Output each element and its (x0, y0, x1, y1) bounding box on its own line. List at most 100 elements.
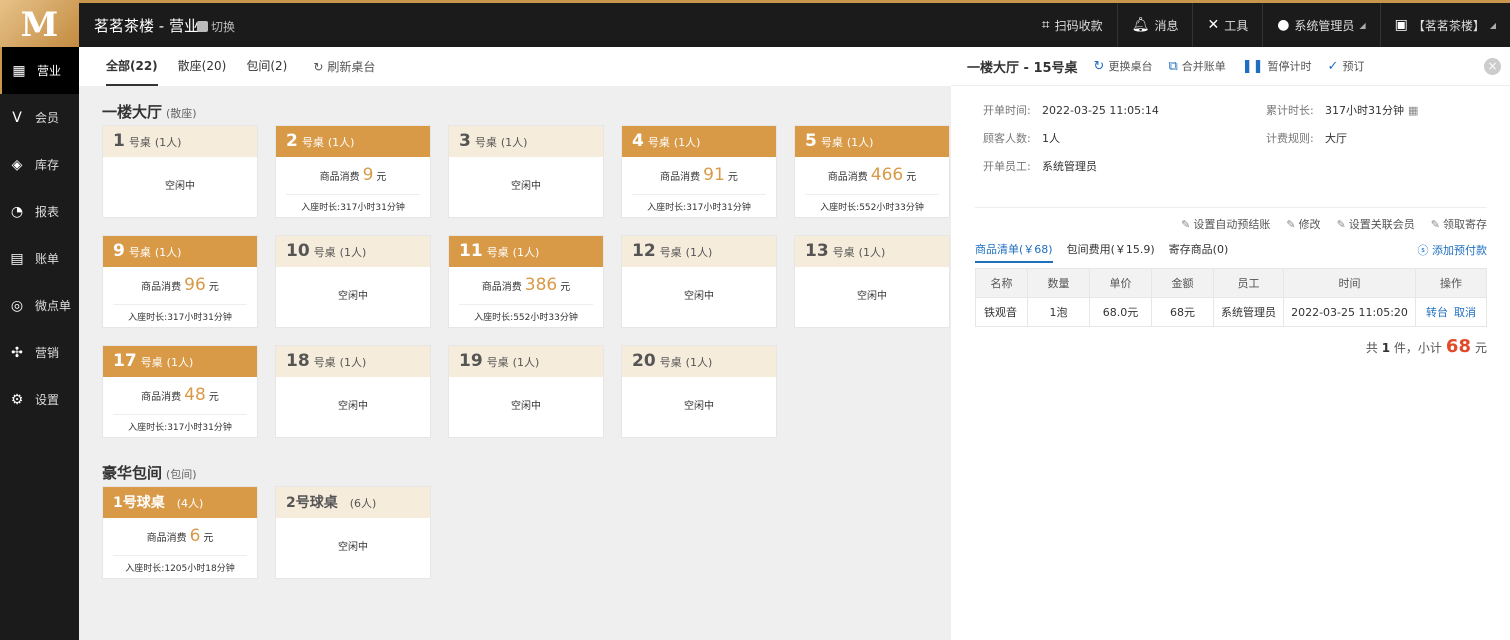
pause-timer-button[interactable]: ❚❚ 暂停计时 (1242, 58, 1312, 74)
subtotal: 共 1 件，小计 68 元 (1365, 336, 1487, 357)
col-op: 操作 (1415, 268, 1487, 298)
panel-title: 一楼大厅 - 15号桌 (967, 60, 1078, 76)
table-card-19[interactable]: 19 号桌 (1人) 空闲中 (448, 345, 604, 438)
table-card-10[interactable]: 10 号桌 (1人) 空闲中 (275, 235, 431, 328)
cell-name: 铁观音 (975, 297, 1028, 327)
tab-goods-list[interactable]: 商品清单(￥68) (975, 241, 1053, 263)
table-unit: 号桌 (820, 136, 843, 149)
reserve-button[interactable]: ✓ 预订 (1328, 58, 1365, 74)
message-button[interactable]: 🔔︎ 消息 (1116, 3, 1193, 47)
change-table-button[interactable]: ↻ 更换桌台 (1094, 58, 1153, 74)
cancel-link[interactable]: 取消 (1454, 306, 1476, 319)
people-count: (1人) (846, 136, 874, 149)
tab-hall[interactable]: 散座(20) (178, 47, 227, 86)
table-unit: 号桌 (486, 246, 509, 259)
table-number: 1 (113, 131, 125, 151)
consumption-amount: 96 (184, 275, 206, 295)
shop-icon: ▦ (12, 62, 26, 79)
switch-icon (197, 21, 208, 32)
table-number: 3 (459, 131, 471, 151)
room-card-2[interactable]: 2号球桌 (6人) 空闲中 (275, 486, 431, 579)
table-card-1[interactable]: 1 号桌 (1人) 空闲中 (102, 125, 258, 218)
add-prepay-button[interactable]: ⓢ 添加预付款 (1418, 242, 1488, 258)
tools-icon: ✕ (1207, 17, 1220, 33)
card-header: 11 号桌 (1人) (449, 236, 603, 267)
people-count: (1人) (685, 246, 713, 259)
table-number: 5 (805, 131, 817, 151)
auto-prebill-button[interactable]: ✎ 设置自动预结账 (1181, 216, 1270, 232)
card-header: 19 号桌 (1人) (449, 346, 603, 377)
table-card-4[interactable]: 4 号桌 (1人) 商品消费 91 元入座时长:317小时31分钟 (621, 125, 777, 218)
user-icon: ● (1277, 17, 1290, 33)
sidebar-item-member[interactable]: V 会员 (0, 94, 79, 141)
sidebar-item-marketing[interactable]: ✣ 营销 (0, 329, 79, 376)
tab-stored-goods[interactable]: 寄存商品(0) (1169, 241, 1229, 263)
col-time: 时间 (1283, 268, 1416, 298)
table-card-18[interactable]: 18 号桌 (1人) 空闲中 (275, 345, 431, 438)
people-count: (1人) (858, 246, 886, 259)
claim-storage-button[interactable]: ✎ 领取寄存 (1431, 216, 1487, 232)
table-number: 12 (632, 241, 656, 261)
card-header: 5 号桌 (1人) (795, 126, 949, 157)
table-card-13[interactable]: 13 号桌 (1人) 空闲中 (794, 235, 950, 328)
card-header: 1 号桌 (1人) (103, 126, 257, 157)
table-header-row: 名称 数量 单价 金额 员工 时间 操作 (975, 268, 1487, 298)
people-count: (1人) (512, 356, 540, 369)
store-menu[interactable]: ▣ 【茗茗茶楼】 ◢ (1379, 3, 1510, 47)
close-icon[interactable]: × (1484, 58, 1501, 75)
scan-pay-button[interactable]: ⌗ 扫码收款 (1028, 3, 1117, 47)
card-header: 20 号桌 (1人) (622, 346, 776, 377)
table-card-5[interactable]: 5 号桌 (1人) 商品消费 466 元入座时长:552小时33分钟 (794, 125, 950, 218)
merge-icon: ⧉ (1168, 58, 1178, 74)
consumption: 商品消费 6 元 (113, 518, 247, 556)
people-count: (1人) (500, 136, 528, 149)
edit-icon: ✎ (1181, 218, 1191, 231)
card-header: 1号球桌 (4人) (103, 487, 257, 518)
seated-duration: 入座时长:317小时31分钟 (647, 203, 751, 213)
sidebar-item-stock[interactable]: ◈ 库存 (0, 141, 79, 188)
idle-status: 空闲中 (165, 181, 195, 192)
grid-icon: ✣ (11, 344, 23, 361)
table-card-3[interactable]: 3 号桌 (1人) 空闲中 (448, 125, 604, 218)
top-bar: M 茗茗茶楼 - 营业 切换 ⌗ 扫码收款 🔔︎ 消息 ✕ 工具 ● 系统管理员 ◢ ▣ 【… (0, 0, 1510, 50)
idle-status: 空闲中 (338, 401, 368, 412)
sidebar-item-report[interactable]: ◔ 报表 (0, 188, 79, 235)
order-table: 名称 数量 单价 金额 员工 时间 操作 铁观音 1泡 68.0元 68元 系统… (975, 268, 1487, 327)
idle-status: 空闲中 (511, 181, 541, 192)
people-count: (1人) (327, 136, 355, 149)
sidebar-item-bill[interactable]: ▤ 账单 (0, 235, 79, 282)
link-member-button[interactable]: ✎ 设置关联会员 (1337, 216, 1415, 232)
cell-staff: 系统管理员 (1213, 297, 1284, 327)
room-card-1[interactable]: 1号球桌 (4人) 商品消费 6 元入座时长:1205小时18分钟 (102, 486, 258, 579)
tab-all[interactable]: 全部(22) (106, 47, 158, 86)
tab-room[interactable]: 包间(2) (246, 47, 287, 86)
main-area: 全部(22) 散座(20) 包间(2) ↻ 刷新桌台 一楼大厅 (散座) 1 号桌 (1… (79, 47, 951, 640)
switch-button[interactable]: 切换 (197, 18, 235, 35)
edit-button[interactable]: ✎ 修改 (1286, 216, 1320, 232)
table-card-9[interactable]: 9 号桌 (1人) 商品消费 96 元入座时长:317小时31分钟 (102, 235, 258, 328)
sidebar-item-micro-order[interactable]: ◎ 微点单 (0, 282, 79, 329)
table-card-17[interactable]: 17 号桌 (1人) 商品消费 48 元入座时长:317小时31分钟 (102, 345, 258, 438)
table-card-20[interactable]: 20 号桌 (1人) 空闲中 (621, 345, 777, 438)
people-count: (6人) (349, 497, 377, 510)
card-header: 10 号桌 (1人) (276, 236, 430, 267)
table-card-2[interactable]: 2 号桌 (1人) 商品消费 9 元入座时长:317小时31分钟 (275, 125, 431, 218)
table-number: 11 (459, 241, 483, 261)
people-count: (1人) (339, 356, 367, 369)
scan-icon: ⌗ (1041, 17, 1050, 33)
user-menu[interactable]: ● 系统管理员 ◢ (1262, 3, 1379, 47)
sidebar-item-business[interactable]: ▦ 营业 (0, 47, 79, 94)
calculator-icon[interactable]: ▦ (1408, 104, 1418, 117)
tab-room-fee[interactable]: 包间费用(￥15.9) (1067, 241, 1155, 263)
table-unit: 号桌 (486, 356, 509, 369)
refresh-button[interactable]: ↻ 刷新桌台 (313, 58, 375, 75)
people-count: (1人) (339, 246, 367, 259)
tools-button[interactable]: ✕ 工具 (1192, 3, 1262, 47)
sidebar-item-settings[interactable]: ⚙ 设置 (0, 376, 79, 423)
table-card-11[interactable]: 11 号桌 (1人) 商品消费 386 元入座时长:552小时33分钟 (448, 235, 604, 328)
page-title: 茗茗茶楼 - 营业 (94, 17, 199, 35)
card-header: 4 号桌 (1人) (622, 126, 776, 157)
transfer-link[interactable]: 转台 (1426, 306, 1448, 319)
merge-bill-button[interactable]: ⧉ 合并账单 (1168, 58, 1225, 74)
table-card-12[interactable]: 12 号桌 (1人) 空闲中 (621, 235, 777, 328)
